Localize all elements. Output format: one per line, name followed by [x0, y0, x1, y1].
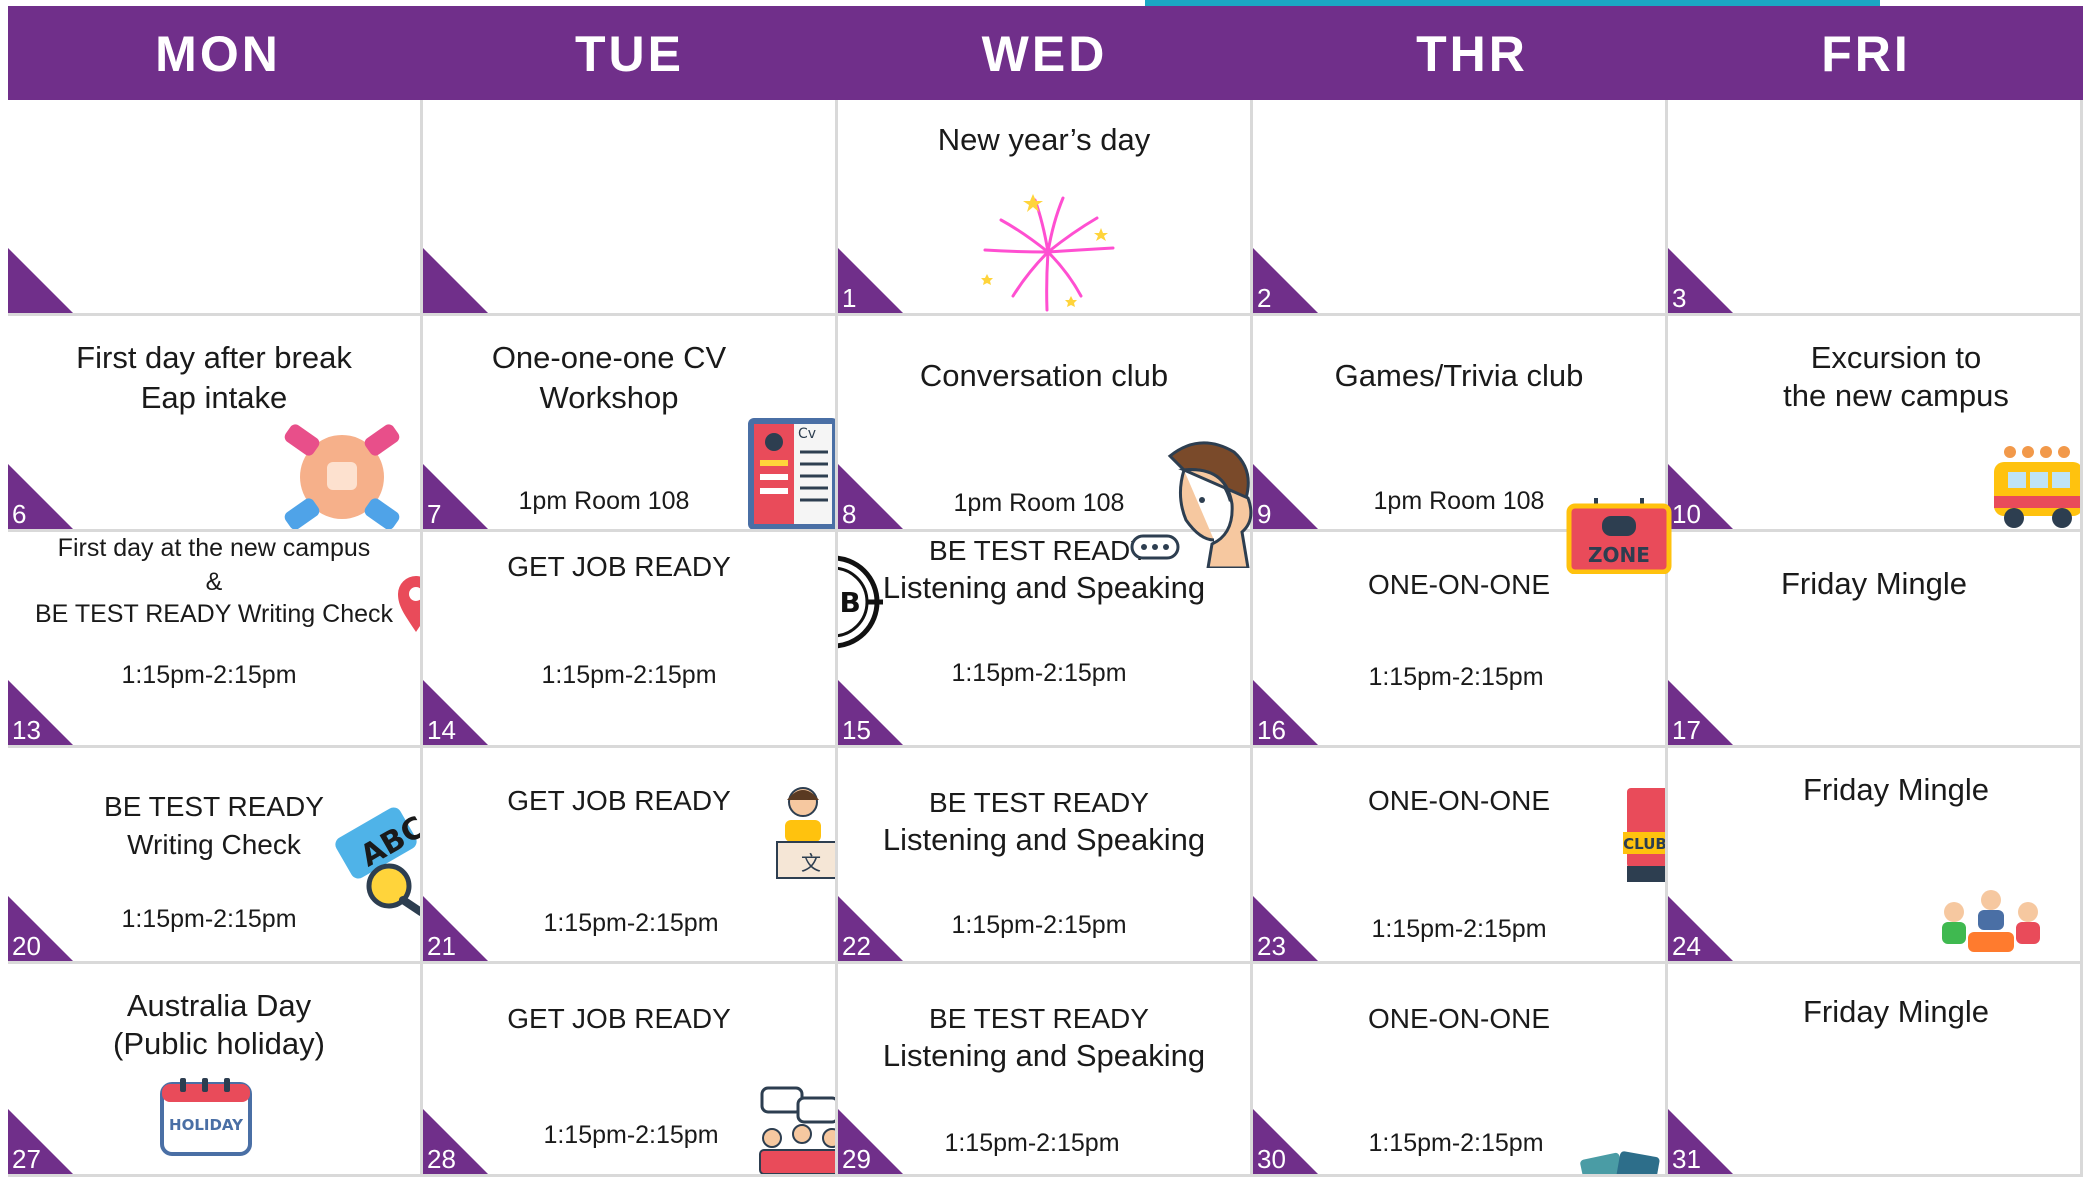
event-title-line1: One-one-one CV — [491, 340, 727, 375]
fireworks-icon — [981, 194, 1115, 312]
calendar-grid: 1 New year’s day 2 3 6 First day after b… — [8, 100, 2083, 1177]
cards-icon — [1580, 1151, 1660, 1174]
day-number: 10 — [1672, 499, 1701, 529]
event-title: Conversation club — [919, 358, 1169, 393]
event-time: 1:15pm-2:15pm — [121, 661, 297, 689]
svg-text:文: 文 — [801, 851, 821, 875]
event-time: 1:15pm-2:15pm — [541, 661, 717, 689]
event-title: GET JOB READY — [507, 551, 731, 582]
day-cell[interactable]: 27 Australia Day (Public holiday) HOLIDA… — [8, 964, 423, 1177]
event-title: ONE-ON-ONE — [1368, 785, 1550, 816]
talking-person-icon — [1130, 441, 1253, 568]
svg-text:Cv: Cv — [798, 426, 816, 442]
event-title-line1: Australia Day — [126, 988, 312, 1023]
day-number: 1 — [842, 283, 857, 313]
event-title-line1: First day at the new campus — [57, 534, 371, 562]
weekday-thr: THR — [1416, 26, 1528, 82]
weekday-tue: TUE — [575, 26, 684, 82]
event-title-line2: Listening and Speaking — [882, 570, 1206, 605]
event-time: 1:15pm-2:15pm — [1368, 663, 1544, 691]
day-number: 17 — [1672, 715, 1701, 745]
day-cell[interactable]: 29 BE TEST READY Listening and Speaking … — [838, 964, 1253, 1177]
game-zone-icon: ZONE — [1566, 498, 1672, 574]
event-title: New year’s day — [937, 122, 1151, 157]
calendar: MON TUE WED THR FRI 1 New year’s day 2 3… — [8, 6, 2083, 1177]
event-title: GET JOB READY — [507, 1003, 731, 1034]
handshake-icon — [284, 424, 400, 529]
holiday-calendar-icon: HOLIDAY — [160, 1078, 252, 1156]
event-title-line2: & — [205, 568, 223, 596]
interview-people-icon: 文 A — [776, 787, 835, 879]
day-cell[interactable] — [423, 100, 838, 316]
day-cell[interactable]: 22 BE TEST READY Listening and Speaking … — [838, 748, 1253, 964]
event-title: ONE-ON-ONE — [1368, 1003, 1550, 1034]
weekday-wed: WED — [981, 26, 1108, 82]
day-number: 14 — [427, 715, 456, 745]
day-cell[interactable]: 17 Friday Mingle — [1668, 532, 2083, 748]
day-cell[interactable]: 10 Excursion to the new campus — [1668, 316, 2083, 532]
day-number: 31 — [1672, 1144, 1701, 1174]
event-title-line2: Listening and Speaking — [882, 822, 1206, 857]
event-title-line1: BE TEST READY — [929, 1003, 1149, 1034]
day-cell[interactable]: 23 ONE-ON-ONE 1:15pm-2:15pm CLUB — [1253, 748, 1668, 964]
day-cell[interactable] — [8, 100, 423, 316]
day-cell[interactable]: 28 GET JOB READY 1:15pm-2:15pm — [423, 964, 838, 1177]
event-time: 1:15pm-2:15pm — [944, 1129, 1120, 1157]
event-title-line2: Workshop — [539, 380, 679, 415]
event-title-line2: the new campus — [1783, 378, 2009, 413]
weekday-fri: FRI — [1821, 26, 1911, 82]
event-title-line1: BE TEST READY — [929, 787, 1149, 818]
event-title: Friday Mingle — [1802, 772, 1990, 807]
day-number: 24 — [1672, 931, 1701, 961]
day-cell[interactable]: 3 — [1668, 100, 2083, 316]
day-number: 20 — [12, 931, 41, 961]
day-number: 3 — [1672, 283, 1687, 313]
day-cell[interactable]: 31 Friday Mingle — [1668, 964, 2083, 1177]
svg-text:CLUB: CLUB — [1623, 835, 1667, 853]
day-cell[interactable]: 24 Friday Mingle — [1668, 748, 2083, 964]
holiday-label: HOLIDAY — [169, 1116, 244, 1134]
day-cell[interactable]: 21 GET JOB READY 1:15pm-2:15pm 文 A — [423, 748, 838, 964]
abc-magnifier-icon: ABC — [335, 807, 420, 916]
event-time: 1:15pm-2:15pm — [543, 909, 719, 937]
day-cell[interactable]: 2 — [1253, 100, 1668, 316]
day-cell[interactable]: 7 One-one-one CV Workshop 1pm Room 108 C… — [423, 316, 838, 532]
event-title-line2: Listening and Speaking — [882, 1038, 1206, 1073]
day-cell[interactable]: 13 First day at the new campus & BE TEST… — [8, 532, 423, 748]
day-number: 27 — [12, 1144, 41, 1174]
day-number: 6 — [12, 499, 27, 529]
event-title: Friday Mingle — [1802, 994, 1990, 1029]
event-time: 1:15pm-2:15pm — [951, 911, 1127, 939]
day-cell[interactable]: 14 GET JOB READY 1:15pm-2:15pm — [423, 532, 838, 748]
group-chat-icon — [759, 1086, 835, 1174]
event-title: Games/Trivia club — [1334, 358, 1584, 393]
event-title-line2: (Public holiday) — [113, 1026, 325, 1061]
cv-document-icon: Cv — [748, 418, 835, 529]
day-number: 15 — [842, 715, 871, 745]
day-cell[interactable]: 6 First day after break Eap intake — [8, 316, 423, 532]
day-cell[interactable]: 20 BE TEST READY Writing Check 1:15pm-2:… — [8, 748, 423, 964]
bus-icon — [1994, 446, 2080, 528]
weekday-header-row: MON TUE WED THR FRI — [8, 6, 2083, 100]
event-title: GET JOB READY — [507, 785, 731, 816]
event-title-line3: BE TEST READY Writing Check — [35, 600, 393, 628]
people-meeting-icon — [1942, 890, 2040, 952]
event-title-line2: Eap intake — [140, 380, 288, 415]
day-cell[interactable]: 30 ONE-ON-ONE 1:15pm-2:15pm — [1253, 964, 1668, 1177]
svg-text:ZONE: ZONE — [1588, 543, 1650, 567]
event-title-line1: Excursion to — [1810, 340, 1982, 375]
day-number: 16 — [1257, 715, 1286, 745]
event-title: Friday Mingle — [1780, 566, 1968, 601]
event-title-line1: First day after break — [76, 340, 352, 375]
event-time: 1:15pm-2:15pm — [1371, 915, 1547, 943]
club-book-icon: CLUB — [1623, 788, 1667, 882]
map-pin-route-icon — [398, 576, 420, 632]
day-number: 13 — [12, 715, 41, 745]
event-time: 1:15pm-2:15pm — [951, 659, 1127, 687]
weekday-mon: MON — [155, 26, 281, 82]
day-cell[interactable]: 1 New year’s day — [838, 100, 1253, 316]
day-number: 2 — [1257, 283, 1272, 313]
